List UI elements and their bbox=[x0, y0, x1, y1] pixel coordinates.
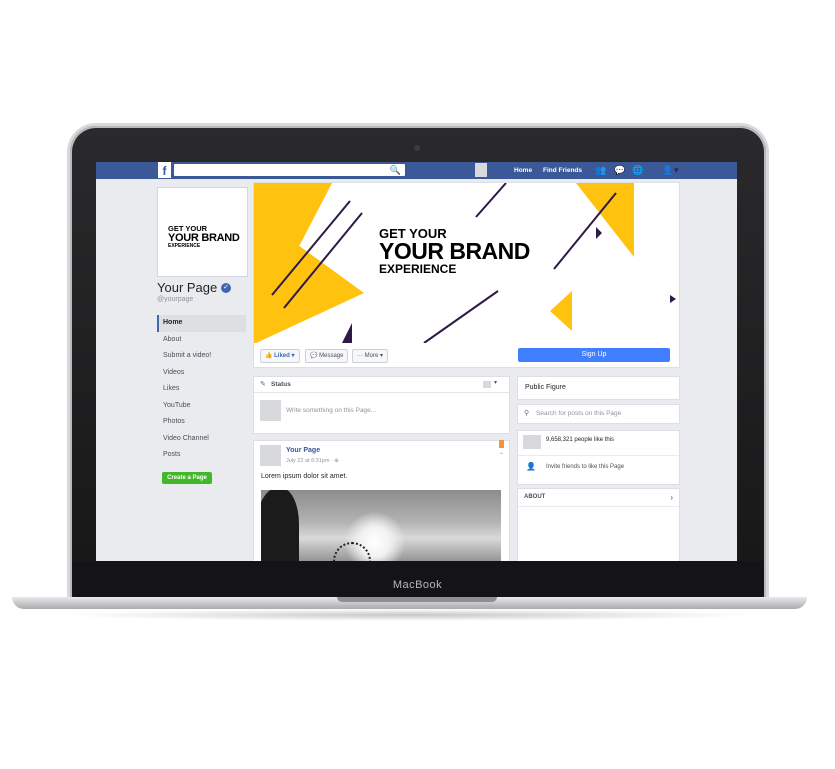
likes-count[interactable]: 9,658,321 people like this bbox=[546, 435, 614, 445]
status-composer: ✎ Status ▾ Write something on this Page.… bbox=[253, 376, 510, 434]
avatar[interactable] bbox=[260, 445, 281, 466]
status-header: ✎ Status ▾ bbox=[254, 377, 509, 393]
cover-photo[interactable]: GET YOUR YOUR BRAND EXPERIENCE bbox=[253, 182, 680, 345]
pencil-icon: ✎ bbox=[260, 381, 266, 388]
page-category[interactable]: Public Figure bbox=[525, 377, 566, 399]
verified-badge-icon: ✓ bbox=[221, 283, 231, 293]
search-icon[interactable]: 🔍 bbox=[390, 164, 401, 176]
profile-picture[interactable]: GET YOUR YOUR BRAND EXPERIENCE bbox=[157, 187, 248, 277]
about-header[interactable]: ABOUT › bbox=[518, 489, 679, 507]
category-card: Public Figure bbox=[517, 376, 680, 400]
avatar bbox=[260, 400, 281, 421]
about-card: ABOUT › bbox=[517, 488, 680, 561]
more-button[interactable]: ··· More ▾ bbox=[352, 349, 389, 363]
cover-line-2: YOUR BRAND bbox=[379, 238, 530, 264]
status-tab[interactable]: Status bbox=[271, 377, 291, 392]
search-input[interactable]: 🔍 bbox=[174, 164, 405, 176]
sidebar-item-posts[interactable]: Posts bbox=[157, 447, 246, 464]
cover-line-3: EXPERIENCE bbox=[379, 262, 457, 276]
sidebar-item-video-channel[interactable]: Video Channel bbox=[157, 431, 246, 448]
sidebar-item-youtube[interactable]: YouTube bbox=[157, 398, 246, 415]
cover-stripe-5 bbox=[553, 192, 617, 270]
cover-text: GET YOUR YOUR BRAND EXPERIENCE bbox=[379, 227, 530, 275]
chevron-right-icon[interactable]: › bbox=[670, 489, 673, 506]
cover-triangle-dark bbox=[342, 323, 352, 343]
invite-friends-link[interactable]: Invite friends to like this Page bbox=[546, 464, 624, 470]
privacy-selector[interactable] bbox=[483, 381, 491, 388]
post-text: Lorem ipsum dolor sit amet. bbox=[261, 473, 348, 480]
page-search-input[interactable]: ⚲ Search for posts on this Page bbox=[517, 404, 680, 424]
laptop-brand-label: MacBook bbox=[392, 579, 443, 591]
messages-icon[interactable]: 💬 bbox=[614, 163, 625, 178]
sidebar-item-videos[interactable]: Videos bbox=[157, 365, 246, 382]
post-image[interactable] bbox=[261, 490, 501, 561]
cover-triangle-dark-right bbox=[670, 295, 676, 303]
profile-line-2: YOUR BRAND bbox=[168, 231, 240, 244]
cover-triangle-small bbox=[550, 291, 572, 331]
sign-up-button[interactable]: Sign Up bbox=[518, 348, 670, 362]
settings-chevron-icon[interactable]: ▾ bbox=[674, 163, 679, 178]
nav-home-link[interactable]: Home bbox=[514, 162, 532, 179]
sidebar-item-about[interactable]: About bbox=[157, 332, 246, 349]
profile-picture-text: GET YOUR YOUR BRAND EXPERIENCE bbox=[168, 225, 240, 249]
liked-button[interactable]: 👍 Liked ▾ bbox=[260, 349, 300, 363]
laptop-base-notch bbox=[337, 597, 497, 602]
notifications-icon[interactable]: 🌐 bbox=[632, 163, 643, 178]
laptop-shadow bbox=[60, 609, 760, 621]
page-handle[interactable]: @yourpage bbox=[157, 296, 193, 303]
cover-stripe-3 bbox=[475, 183, 507, 218]
cover-stripe-4 bbox=[423, 290, 499, 344]
create-page-button[interactable]: Create a Page bbox=[162, 472, 212, 484]
likes-card: 9,658,321 people like this 👤 Invite frie… bbox=[517, 430, 680, 485]
post-timestamp[interactable]: July 22 at 6:31pm · ⊕ bbox=[286, 458, 339, 464]
post-author-link[interactable]: Your Page bbox=[286, 447, 320, 454]
post-options-chevron-icon[interactable]: ⌄ bbox=[499, 449, 504, 456]
nav-find-friends-link[interactable]: Find Friends bbox=[543, 162, 582, 179]
page-search-placeholder: Search for posts on this Page bbox=[536, 410, 622, 417]
screen: f 🔍 Home Find Friends 👥 💬 🌐 👤 ▾ GET YOUR… bbox=[96, 162, 737, 561]
post-image-palm bbox=[261, 490, 299, 561]
friend-requests-icon[interactable]: 👥 bbox=[595, 163, 606, 178]
status-input[interactable]: Write something on this Page... bbox=[286, 401, 376, 421]
sidebar-item-home[interactable]: Home bbox=[157, 315, 246, 332]
post-card: Your Page July 22 at 6:31pm · ⊕ ⌄ Lorem … bbox=[253, 440, 510, 561]
avatar bbox=[523, 435, 541, 449]
camera-icon bbox=[414, 145, 420, 151]
avatar[interactable] bbox=[475, 163, 487, 177]
add-friend-icon: 👤 bbox=[526, 462, 536, 471]
divider bbox=[518, 455, 679, 456]
about-label: ABOUT bbox=[524, 494, 546, 500]
bookmark-icon bbox=[499, 440, 504, 448]
sidebar-item-submit-video[interactable]: Submit a video! bbox=[157, 348, 246, 365]
cover-triangle-dark-mid bbox=[596, 227, 602, 239]
profile-line-3: EXPERIENCE bbox=[168, 242, 201, 249]
chevron-down-icon[interactable]: ▾ bbox=[494, 379, 497, 386]
top-navigation-bar: f 🔍 Home Find Friends 👥 💬 🌐 👤 ▾ bbox=[96, 162, 737, 179]
sidebar-item-photos[interactable]: Photos bbox=[157, 414, 246, 431]
facebook-logo-icon[interactable]: f bbox=[158, 162, 171, 178]
search-icon: ⚲ bbox=[524, 410, 530, 417]
page-action-bar: 👍 Liked ▾ 💬 Message ··· More ▾ Sign Up bbox=[253, 343, 680, 368]
page-title[interactable]: Your Page bbox=[157, 280, 217, 295]
quick-help-icon[interactable]: 👤 bbox=[662, 163, 673, 178]
sidebar-item-likes[interactable]: Likes bbox=[157, 381, 246, 398]
cover-triangle-right bbox=[576, 183, 634, 257]
message-button[interactable]: 💬 Message bbox=[305, 349, 349, 363]
sidebar-nav: Home About Submit a video! Videos Likes … bbox=[157, 315, 246, 464]
